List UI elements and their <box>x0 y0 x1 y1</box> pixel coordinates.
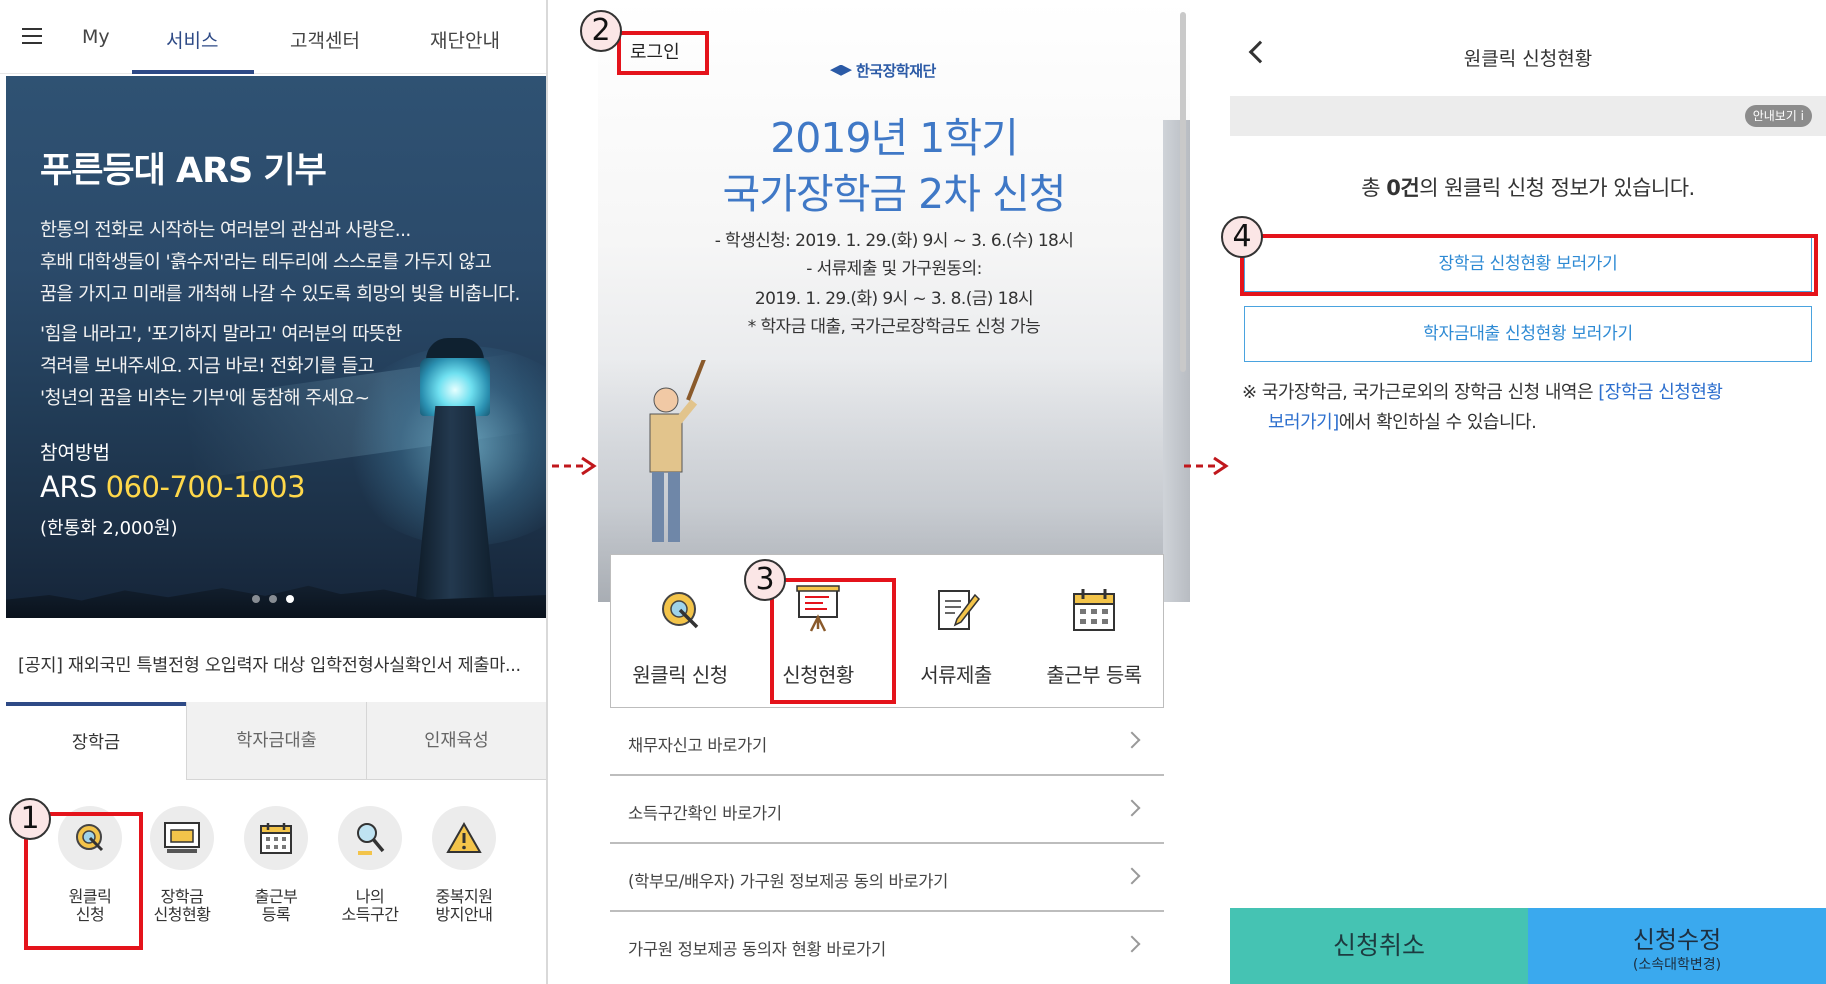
info-note: ※ 국가장학금, 국가근로외의 장학금 신청 내역은 [장학금 신청현황 보러가… <box>1242 382 1723 433</box>
tab-talent[interactable]: 인재육성 <box>366 702 546 780</box>
highlight-box <box>770 578 896 704</box>
page-header: 원클릭 신청현황 <box>1230 12 1826 96</box>
warning-icon[interactable] <box>432 806 496 870</box>
kosaf-logo: 한국장학재단 <box>830 60 936 81</box>
chevron-right-icon <box>1123 731 1141 749</box>
active-tab-indicator <box>132 70 254 74</box>
poster-title-1: 2019년 1학기 <box>770 114 1019 162</box>
cancel-application-button[interactable]: 신청취소 <box>1230 908 1528 984</box>
list-item[interactable]: 가구원 정보제공 동의자 현황 바로가기 <box>610 912 1164 980</box>
hamburger-menu-icon[interactable] <box>22 28 42 44</box>
graduation-cap-icon <box>830 64 852 76</box>
ars-number: ARS 060-700-1003 <box>40 470 306 504</box>
bottom-action-bar: 신청취소 신청수정 (소속대학변경) <box>1230 908 1826 984</box>
chevron-right-icon <box>1123 935 1141 953</box>
list-item[interactable]: 채무자신고 바로가기 <box>610 708 1164 776</box>
flow-arrow-icon <box>1184 456 1229 476</box>
one-click-status-screen: 원클릭 신청현황 안내보기 i 총 0건의 원클릭 신청 정보가 있습니다. 장… <box>1230 0 1826 984</box>
banner-text-line: 격려를 보내주세요. 지금 바로! 전화기를 들고 <box>40 356 375 377</box>
panel-divider <box>546 0 548 984</box>
painter-illustration <box>649 360 706 542</box>
loan-status-button[interactable]: 학자금대출 신청현황 보러가기 <box>1244 306 1812 362</box>
scholarship-home-screen: 한국장학재단 2019년 1학기 국가장학금 2차 신청 - 학생신청: 201… <box>598 0 1190 984</box>
scholarship-status-link[interactable]: 보러가기] <box>1268 412 1339 433</box>
page-title: 원클릭 신청현황 <box>1463 48 1593 70</box>
poster-desc: * 학자금 대출, 국가근로장학금도 신청 가능 <box>747 317 1041 337</box>
chevron-right-icon <box>1123 799 1141 817</box>
list-item[interactable]: (학부모/배우자) 가구원 정보제공 동의 바로가기 <box>610 844 1164 912</box>
banner-text-line: 한통의 전화로 시작하는 여러분의 관심과 사랑은... <box>40 220 411 241</box>
ars-fee: (한통화 2,000원) <box>40 518 178 539</box>
announcement-poster[interactable]: 한국장학재단 2019년 1학기 국가장학금 2차 신청 - 학생신청: 201… <box>598 0 1190 602</box>
banner-title: 푸른등대 ARS 기부 <box>40 151 327 191</box>
poster-desc: - 서류제출 및 가구원동의: <box>806 259 982 279</box>
nav-tab-foundation[interactable]: 재단안내 <box>430 26 500 53</box>
quick-label: 출근부 등록 <box>254 887 298 924</box>
info-bar: 안내보기 i <box>1230 96 1826 136</box>
login-link[interactable]: 로그인 <box>630 38 680 64</box>
banner-text-line: '청년의 꿈을 비추는 기부'에 동참해 주세요~ <box>40 388 370 409</box>
chevron-right-icon <box>1123 867 1141 885</box>
step-marker: 2 <box>580 10 622 52</box>
menu-label: 원클릭 신청 <box>632 663 728 687</box>
quick-label: 중복지원 방지안내 <box>435 887 493 924</box>
step-marker: 1 <box>9 798 51 840</box>
top-nav: My 서비스 고객센터 재단안내 <box>0 0 548 74</box>
scrollbar[interactable] <box>1180 12 1186 372</box>
step-marker: 3 <box>744 559 786 601</box>
notice-ticker[interactable]: [공지] 재외국민 특별전형 오입력자 대상 입학전형사실확인서 제출마... <box>18 652 521 677</box>
category-tabs: 장학금 학자금대출 인재육성 <box>6 702 546 780</box>
nav-tab-support[interactable]: 고객센터 <box>290 26 360 53</box>
nav-tab-my[interactable]: My <box>82 26 110 48</box>
one-click-icon <box>662 592 699 629</box>
menu-attendance-register[interactable]: 출근부 등록 <box>1025 555 1163 709</box>
poster-title-2: 국가장학금 2차 신청 <box>722 170 1067 218</box>
scholarship-status-icon[interactable] <box>150 806 214 870</box>
quick-label: 장학금 신청현황 <box>153 887 211 924</box>
tab-scholarship[interactable]: 장학금 <box>6 702 186 780</box>
calendar-icon[interactable] <box>244 806 308 870</box>
quick-label: 나의 소득구간 <box>341 887 399 924</box>
banner-text-line: 후배 대학생들이 '흙수저'라는 테두리에 스스로를 가두지 않고 <box>40 252 492 273</box>
status-summary: 총 0건의 원클릭 신청 정보가 있습니다. <box>1361 176 1695 200</box>
menu-label: 서류제출 <box>920 663 992 687</box>
menu-one-click-apply[interactable]: 원클릭 신청 <box>611 555 749 709</box>
list-item[interactable]: 소득구간확인 바로가기 <box>610 776 1164 844</box>
income-search-icon[interactable] <box>338 806 402 870</box>
step-marker: 4 <box>1221 216 1263 258</box>
nav-tab-service[interactable]: 서비스 <box>166 26 218 53</box>
flow-arrow-icon <box>552 456 597 476</box>
menu-label: 출근부 등록 <box>1046 663 1142 687</box>
scholarship-status-link[interactable]: [장학금 신청현황 <box>1598 382 1723 403</box>
menu-document-submit[interactable]: 서류제출 <box>887 555 1025 709</box>
poster-desc: - 학생신청: 2019. 1. 29.(화) 9시 ~ 3. 6.(수) 18… <box>714 231 1074 251</box>
edit-application-button[interactable]: 신청수정 (소속대학변경) <box>1528 908 1826 984</box>
poster-desc: 2019. 1. 29.(화) 9시 ~ 3. 8.(금) 18시 <box>754 289 1034 309</box>
calendar-icon <box>1073 589 1115 631</box>
promo-banner[interactable]: 푸른등대 ARS 기부 한통의 전화로 시작하는 여러분의 관심과 사랑은...… <box>6 76 546 618</box>
guide-button[interactable]: 안내보기 i <box>1744 105 1812 127</box>
highlight-box <box>1240 234 1818 296</box>
document-pen-icon <box>938 590 980 630</box>
shortcut-list: 채무자신고 바로가기 소득구간확인 바로가기 (학부모/배우자) 가구원 정보제… <box>610 708 1164 980</box>
banner-text-line: '힘을 내라고', '포기하지 말라고' 여러분의 따뜻한 <box>40 324 402 345</box>
tab-student-loan[interactable]: 학자금대출 <box>186 702 366 780</box>
carousel-dots[interactable] <box>252 588 303 607</box>
banner-text-line: 꿈을 가지고 미래를 개척해 나갈 수 있도록 희망의 빛을 비춥니다. <box>40 284 520 305</box>
participation-label: 참여방법 <box>40 442 110 464</box>
